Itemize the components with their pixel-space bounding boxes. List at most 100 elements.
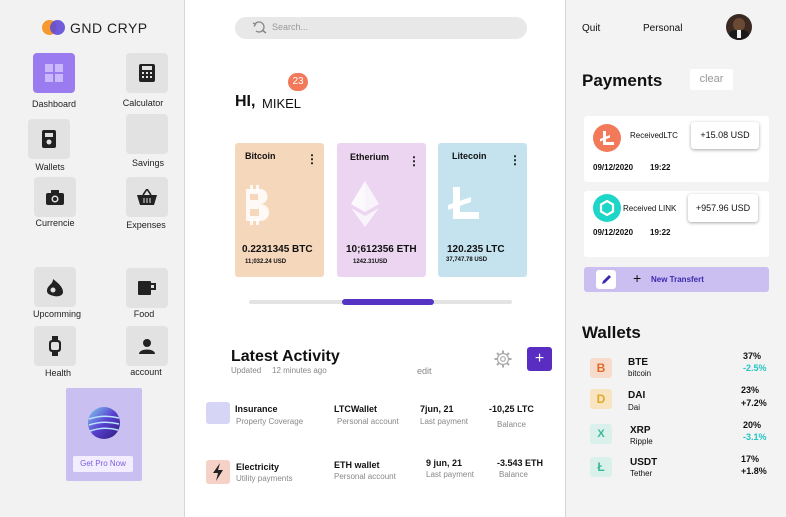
payment-label: ReceivedLTC	[630, 131, 678, 140]
activity-edit-link[interactable]: edit	[417, 366, 432, 376]
wallet-percent: 20%	[743, 420, 762, 430]
wallet-change: +7.2%	[741, 398, 767, 408]
bitcoin-icon	[246, 185, 269, 225]
wallet-percent: 23%	[741, 385, 760, 395]
activity-updated-time: 12 minutes ago	[272, 366, 327, 375]
sidebar-item-label: Expenses	[126, 220, 166, 230]
pencil-icon	[596, 270, 616, 289]
wallet-row[interactable]: B	[590, 358, 612, 378]
activity-wallet-sub: Personal account	[337, 417, 399, 426]
sidebar-item-wallets[interactable]	[28, 119, 70, 159]
activity-amount: -3.543 ETH	[497, 458, 544, 468]
gear-icon[interactable]	[494, 350, 512, 368]
wallet-name: Dai	[628, 403, 641, 412]
grid-icon	[45, 64, 63, 82]
payment-amount: +957.96 USD	[688, 194, 758, 222]
add-activity-button[interactable]: +	[527, 347, 552, 371]
payment-amount: +15.08 USD	[691, 122, 759, 149]
wallet-change: +1.8%	[741, 466, 767, 476]
card-amount: 120.235 LTC	[447, 244, 505, 255]
wallet-row[interactable]: X	[590, 424, 612, 444]
activity-name: Electricity	[236, 462, 280, 472]
payment-date: 09/12/2020	[593, 163, 634, 172]
wallet-symbol: BTE	[628, 357, 648, 368]
plus-icon: +	[633, 270, 642, 286]
camera-icon	[46, 189, 64, 205]
sidebar-item-upcomming[interactable]	[34, 267, 76, 307]
new-transfer-button[interactable]: + New Transfert	[584, 267, 769, 292]
basket-icon	[137, 189, 157, 205]
sidebar-item-dashboard[interactable]	[33, 53, 75, 93]
card-usd-value: 1242.31USD	[353, 259, 388, 265]
activity-amount-sub: Balance	[499, 470, 528, 479]
payment-time: 19:22	[650, 163, 671, 172]
wallet-name: Ripple	[630, 437, 653, 446]
sidebar-item-label: Currencie	[35, 218, 75, 228]
sidebar-item-label: Food	[133, 309, 155, 319]
lightning-icon	[206, 460, 230, 484]
quit-link[interactable]: Quit	[582, 23, 600, 34]
wallet-name: Tether	[630, 469, 653, 478]
activity-updated-label: Updated	[231, 366, 262, 375]
search-icon	[252, 21, 267, 34]
wallet-row[interactable]: D	[590, 389, 612, 409]
sidebar-item-label: Calculator	[122, 98, 164, 108]
cards-scrollbar-thumb[interactable]	[342, 299, 434, 305]
card-amount: 0.2231345 BTC	[242, 244, 313, 255]
crypto-card-litecoin[interactable]: Litecoin ⋮ 120.235 LTC 37,747.78 USD	[438, 143, 527, 277]
litecoin-icon	[448, 187, 479, 219]
clear-button[interactable]: clear	[690, 69, 733, 90]
user-icon	[139, 339, 155, 354]
litecoin-icon	[593, 124, 621, 152]
sidebar-item-account[interactable]	[126, 326, 168, 366]
card-usd-value: 37,747.78 USD	[446, 257, 488, 263]
sidebar-item-currencie[interactable]	[34, 177, 76, 217]
card-amount: 10;612356 ETH	[346, 244, 417, 255]
activity-date-sub: Last payment	[426, 470, 475, 479]
activity-sub: Utility payments	[236, 474, 293, 483]
activity-date-sub: Last payment	[420, 417, 469, 426]
activity-wallet: LTCWallet	[334, 404, 377, 414]
ripple-icon: X	[590, 424, 612, 444]
payment-item[interactable]: Received LINK +957.96 USD 09/12/2020 19:…	[584, 191, 769, 257]
crypto-card-etherium[interactable]: Etherium ⋮ 10;612356 ETH 1242.31USD	[337, 143, 426, 277]
wallet-change: -3.1%	[743, 432, 767, 442]
wallet-icon	[42, 130, 56, 148]
greeting-hi: HI,	[235, 93, 256, 110]
card-usd-value: 11;032.24 USD	[245, 259, 287, 265]
sidebar-item-label: account	[130, 367, 162, 377]
coffee-icon	[138, 281, 156, 295]
avatar[interactable]	[726, 14, 752, 40]
get-pro-button[interactable]: Get Pro Now	[73, 456, 133, 472]
activity-sub: Property Coverage	[236, 417, 304, 426]
sidebar-item-savings[interactable]	[126, 114, 168, 154]
more-options-icon[interactable]: ⋮	[408, 154, 420, 168]
activity-name: Insurance	[235, 404, 278, 414]
insurance-icon	[206, 402, 230, 424]
sidebar-item-food[interactable]	[126, 268, 168, 308]
wallet-row[interactable]: Ł	[590, 457, 612, 477]
sidebar-item-health[interactable]	[34, 326, 76, 366]
notification-badge[interactable]: 23	[288, 73, 308, 91]
payment-item[interactable]: ReceivedLTC +15.08 USD 09/12/2020 19:22	[584, 116, 769, 182]
calculator-icon	[139, 64, 155, 82]
sidebar-item-label: Dashboard	[31, 99, 77, 109]
wallet-percent: 37%	[743, 351, 762, 361]
payments-title: Payments	[582, 71, 663, 90]
sidebar-item-expenses[interactable]	[126, 177, 168, 217]
sidebar-item-label: Upcomming	[32, 309, 81, 319]
chainlink-icon	[593, 194, 621, 222]
ethereum-icon	[351, 181, 379, 227]
wallet-symbol: USDT	[630, 457, 658, 468]
sidebar-item-calculator[interactable]	[126, 53, 168, 93]
wallet-percent: 17%	[741, 454, 760, 464]
activity-amount-sub: Balance	[497, 420, 526, 429]
personal-link[interactable]: Personal	[643, 23, 682, 34]
more-options-icon[interactable]: ⋮	[306, 152, 318, 166]
payment-date: 09/12/2020	[593, 228, 634, 237]
more-options-icon[interactable]: ⋮	[509, 153, 521, 167]
watch-icon	[49, 336, 61, 356]
wallets-title: Wallets	[582, 323, 641, 342]
brand-name: GND CRYP	[70, 20, 148, 36]
crypto-card-bitcoin[interactable]: Bitcoin ⋮ 0.2231345 BTC 11;032.24 USD	[235, 143, 324, 277]
